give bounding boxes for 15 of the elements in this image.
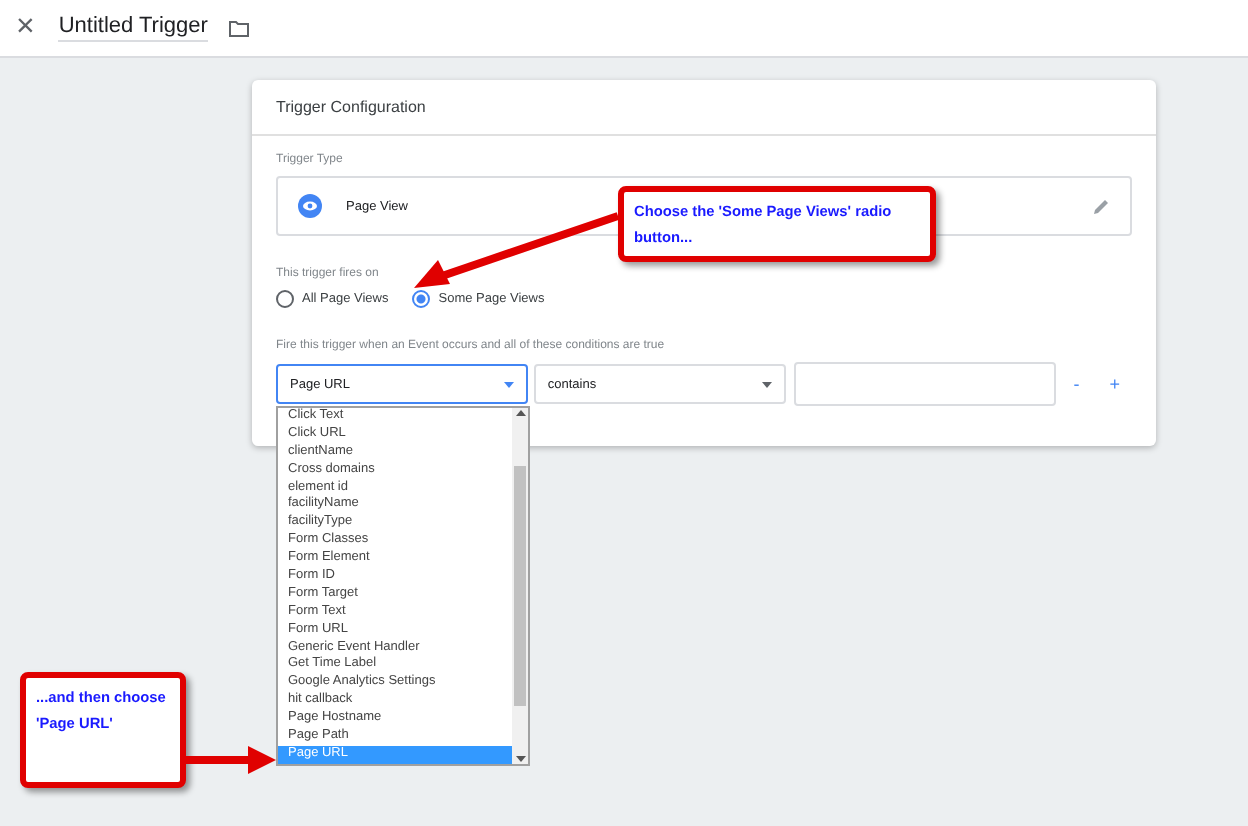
remove-button[interactable]: - [1061,374,1092,394]
scrollbar[interactable] [512,408,528,764]
eye-icon [298,194,322,218]
arrow [184,746,276,774]
card-title: Trigger Configuration [252,80,1156,136]
scroll-down-icon[interactable] [515,756,525,764]
value-input[interactable] [793,362,1056,406]
scroll-up-icon[interactable] [515,408,525,416]
close-button[interactable]: × [12,10,39,46]
caret-icon [503,381,514,387]
trigger-title[interactable]: Untitled Trigger [58,14,208,42]
pencil-icon[interactable] [1092,197,1110,215]
folder-icon[interactable] [227,19,250,37]
add-button[interactable]: + [1097,374,1132,394]
caret-icon [761,381,772,387]
